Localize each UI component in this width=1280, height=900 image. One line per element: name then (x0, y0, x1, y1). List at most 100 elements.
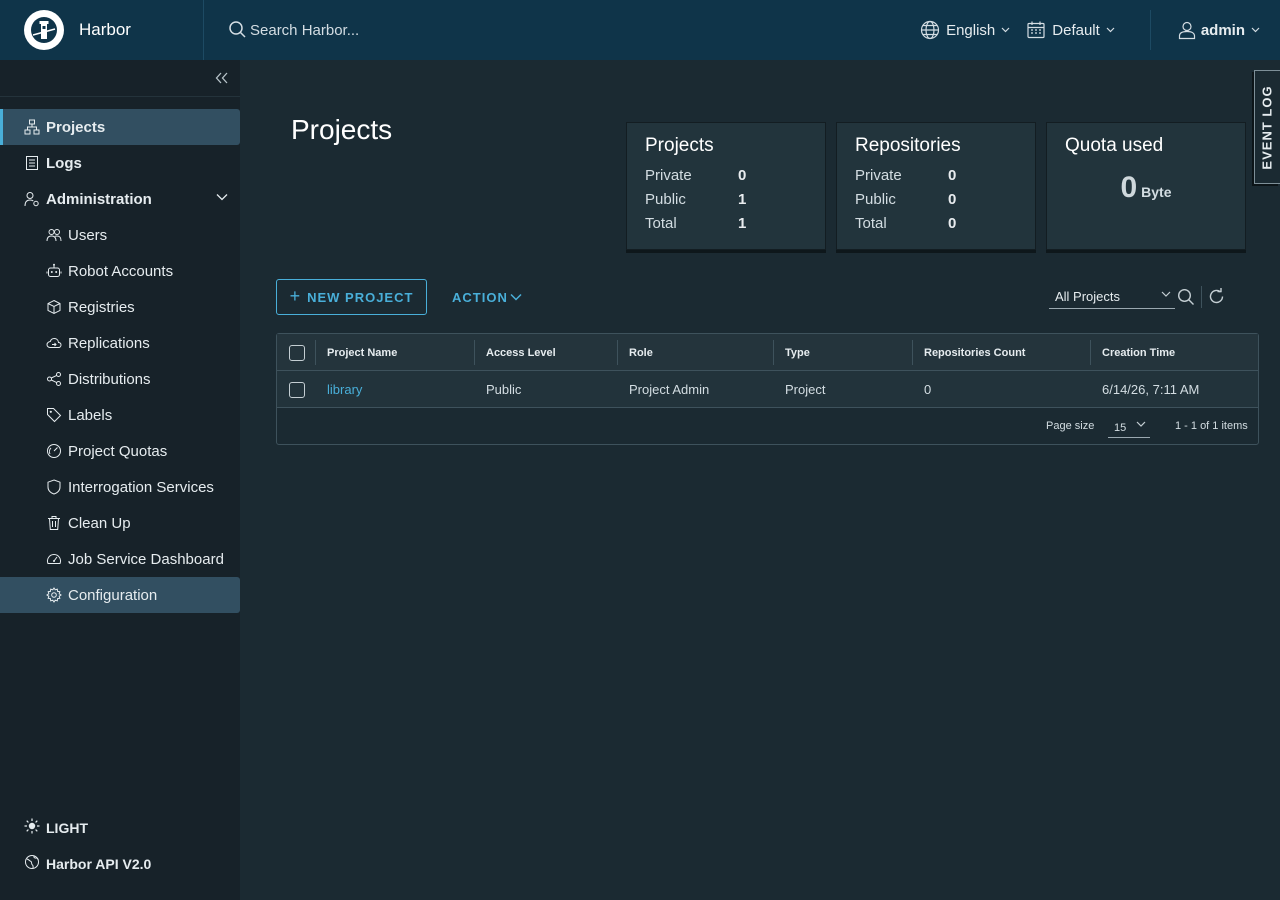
row-label: Private (855, 166, 902, 184)
sidebar-item-job-service-dashboard[interactable]: Job Service Dashboard (0, 541, 240, 577)
chevron-down-icon[interactable] (216, 193, 228, 201)
card-title: Repositories (855, 135, 961, 156)
sidebar-collapse-row (0, 60, 240, 97)
row-label: Total (645, 214, 677, 232)
sidebar-item-registries[interactable]: Registries (0, 289, 240, 325)
projects-table: Project Name Access Level Role Type Repo… (276, 333, 1259, 445)
sidebar-item-label: Projects (46, 118, 106, 136)
card-title: Quota used (1065, 135, 1164, 156)
column-header-role[interactable]: Role (629, 334, 653, 371)
robot-icon (46, 263, 62, 279)
registries-icon (46, 299, 62, 315)
page-size-select[interactable]: 15 (1108, 416, 1150, 438)
project-filter-select[interactable]: All Projects (1049, 285, 1175, 309)
column-header-project-name[interactable]: Project Name (327, 334, 397, 371)
trash-icon (46, 515, 62, 531)
row-value: 0 (738, 166, 747, 184)
column-header-type[interactable]: Type (785, 334, 810, 371)
card-row-private: Private 0 (645, 163, 807, 187)
globe-icon (920, 20, 940, 40)
column-header-access-level[interactable]: Access Level (486, 334, 556, 371)
plus-icon: + (289, 285, 302, 306)
sidebar-item-users[interactable]: Users (0, 217, 240, 253)
select-all-checkbox[interactable] (289, 344, 305, 361)
date-format-selector[interactable]: Default (1026, 20, 1115, 40)
distributions-icon (46, 371, 62, 387)
chevron-down-icon (510, 293, 522, 301)
access-level-cell: Public (486, 382, 522, 397)
theme-toggle[interactable]: LIGHT (24, 818, 88, 837)
page-size-label: Page size (1046, 420, 1095, 432)
user-menu[interactable]: admin (1177, 20, 1260, 40)
row-value: 0 (948, 166, 957, 184)
projects-icon (24, 119, 40, 135)
search-icon[interactable] (1177, 288, 1195, 306)
page-size-value: 15 (1114, 422, 1127, 434)
creation-time-cell: 6/14/26, 7:11 AM (1102, 382, 1200, 397)
shield-icon (46, 479, 62, 495)
type-cell: Project (785, 382, 826, 397)
row-value: 0 (948, 214, 957, 232)
language-label: English (946, 21, 996, 39)
collapse-sidebar-icon[interactable] (215, 72, 229, 84)
language-selector[interactable]: English (920, 20, 1010, 40)
sidebar-item-labels[interactable]: Labels (0, 397, 240, 433)
sidebar-item-clean-up[interactable]: Clean Up (0, 505, 240, 541)
row-value: 1 (738, 214, 747, 232)
harbor-api-link[interactable]: Harbor API V2.0 (24, 854, 151, 873)
event-log-tab[interactable]: EVENT LOG (1254, 70, 1280, 184)
column-separator (1090, 340, 1091, 365)
user-icon (1178, 21, 1195, 40)
project-name-link[interactable]: library (327, 371, 362, 408)
quota-summary-card: Quota used 0 Byte (1046, 122, 1246, 250)
event-log-label: EVENT LOG (1260, 84, 1275, 170)
harbor-logo-icon (24, 10, 64, 50)
administration-icon (24, 191, 40, 207)
column-header-creation-time[interactable]: Creation Time (1102, 334, 1175, 371)
sidebar-item-project-quotas[interactable]: Project Quotas (0, 433, 240, 469)
row-select-cell (289, 371, 305, 408)
refresh-icon[interactable] (1208, 288, 1225, 305)
sidebar-item-label: Users (68, 226, 108, 244)
brand-area[interactable]: Harbor (0, 0, 204, 60)
sidebar-item-label: Logs (46, 154, 82, 172)
harbor-api-label: Harbor API V2.0 (46, 855, 152, 872)
card-row-total: Total 1 (645, 211, 807, 235)
sidebar-item-interrogation-services[interactable]: Interrogation Services (0, 469, 240, 505)
row-label: Public (645, 190, 686, 208)
sidebar-item-administration[interactable]: Administration (0, 181, 240, 217)
pagination-count: 1 - 1 of 1 items (1175, 420, 1248, 432)
sidebar-item-replications[interactable]: Replications (0, 325, 240, 361)
column-separator (474, 340, 475, 365)
card-row-private: Private 0 (855, 163, 1017, 187)
column-separator (912, 340, 913, 365)
sidebar-item-logs[interactable]: Logs (0, 145, 240, 181)
new-project-button[interactable]: + NEW PROJECT (276, 279, 427, 315)
sidebar-item-robot-accounts[interactable]: Robot Accounts (0, 253, 240, 289)
role-cell: Project Admin (629, 382, 710, 397)
chevron-down-icon (1136, 421, 1146, 427)
search-icon (229, 21, 246, 38)
repositories-count-cell: 0 (924, 382, 932, 397)
sidebar-item-distributions[interactable]: Distributions (0, 361, 240, 397)
column-header-repositories-count[interactable]: Repositories Count (924, 334, 1025, 371)
sidebar-item-projects[interactable]: Projects (0, 109, 240, 145)
theme-toggle-label: LIGHT (46, 819, 88, 836)
global-search[interactable]: Search Harbor... (228, 20, 628, 40)
sidebar-item-configuration[interactable]: Configuration (0, 577, 240, 613)
sun-icon (24, 818, 40, 837)
sidebar-item-label: Project Quotas (68, 442, 168, 460)
search-input[interactable]: Search Harbor... (250, 22, 359, 39)
sidebar-item-label: Robot Accounts (68, 262, 174, 280)
user-name: admin (1200, 21, 1245, 39)
sidebar: Projects Logs Administration Users Robot… (0, 60, 240, 900)
sidebar-item-label: Registries (68, 298, 135, 316)
sidebar-item-label: Interrogation Services (68, 478, 214, 496)
replications-icon (46, 335, 62, 351)
sidebar-item-label: Clean Up (68, 514, 131, 532)
row-checkbox[interactable] (289, 381, 305, 398)
chevron-down-icon (1106, 27, 1115, 33)
action-dropdown-button[interactable]: ACTION (452, 279, 522, 315)
quota-value: 0 Byte (1065, 171, 1227, 205)
dashboard-icon (46, 551, 62, 567)
